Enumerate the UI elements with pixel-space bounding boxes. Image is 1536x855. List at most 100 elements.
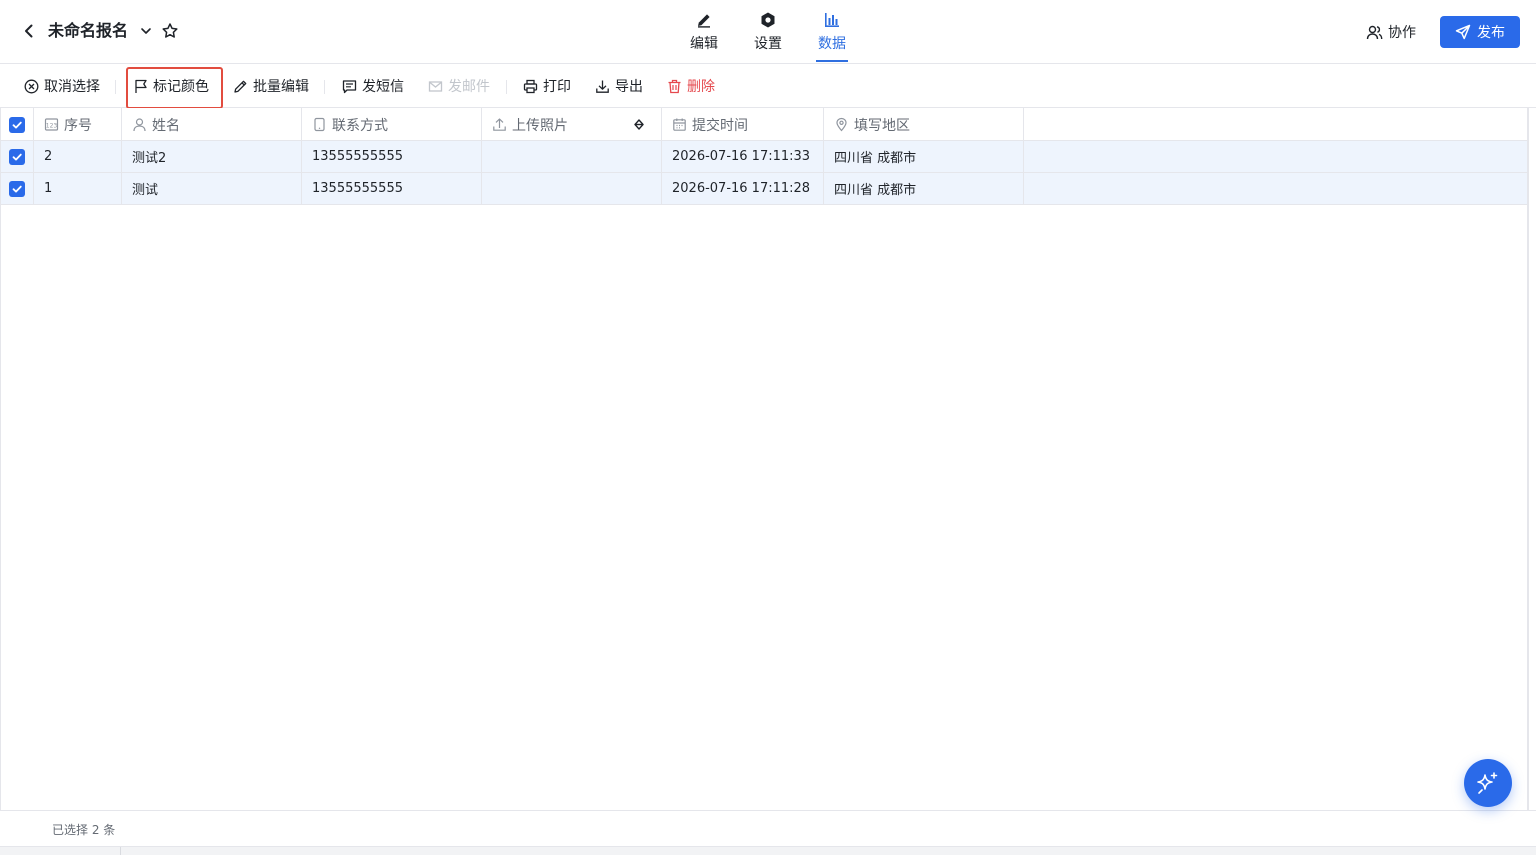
cell-name[interactable]: 测试2 <box>122 141 302 172</box>
upload-icon <box>493 118 506 131</box>
frozen-column-divider <box>120 847 121 855</box>
flag-icon <box>135 79 147 93</box>
column-label: 姓名 <box>152 117 180 134</box>
horizontal-scrollbar[interactable] <box>0 846 1536 855</box>
row-checkbox[interactable] <box>9 148 25 165</box>
column-label: 填写地区 <box>854 117 910 134</box>
mail-icon <box>428 80 443 92</box>
star-icon <box>162 23 178 38</box>
toolbar-label: 发短信 <box>362 79 404 95</box>
collaborate-button[interactable]: 协作 <box>1366 20 1416 44</box>
tab-data[interactable]: 数据 <box>808 10 856 62</box>
export-button[interactable]: 导出 <box>595 75 643 97</box>
delete-button[interactable]: 删除 <box>667 75 715 97</box>
column-header-name[interactable]: 姓名 <box>122 108 302 141</box>
toolbar-label: 取消选择 <box>44 79 100 95</box>
column-header-no[interactable]: 123 序号 <box>34 108 122 141</box>
users-icon <box>1366 25 1383 39</box>
bar-chart-icon <box>822 10 842 30</box>
send-icon <box>1455 24 1471 40</box>
select-all-cell <box>1 108 34 141</box>
data-table: 123 序号 姓名 联系方式 上传照片 提交时间 填写地区 2 测试2 1355… <box>0 108 1528 810</box>
sort-icon[interactable] <box>631 117 647 133</box>
row-checkbox[interactable] <box>9 180 25 197</box>
column-label: 联系方式 <box>332 117 388 134</box>
toolbar-label: 删除 <box>687 79 715 95</box>
cell-no: 2 <box>34 141 122 172</box>
bulk-action-toolbar: 取消选择 标记颜色 批量编辑 发短信 发邮件 打印 导出 删除 <box>0 64 1536 108</box>
column-header-time[interactable]: 提交时间 <box>662 108 824 141</box>
pencil-icon <box>694 10 714 30</box>
batch-edit-button[interactable]: 批量编辑 <box>233 75 309 97</box>
cell-no: 1 <box>34 173 122 204</box>
toolbar-label: 批量编辑 <box>253 79 309 95</box>
vertical-scrollbar[interactable] <box>1528 108 1536 810</box>
table-row[interactable]: 1 测试 13555555555 2026-07-16 17:11:28 四川省… <box>1 173 1527 205</box>
printer-icon <box>523 79 538 93</box>
cell-time[interactable]: 2026-07-16 17:11:28 <box>662 173 824 204</box>
toolbar-divider <box>506 80 507 94</box>
toolbar-divider <box>324 80 325 94</box>
check-icon <box>12 153 22 160</box>
title-dropdown-button[interactable] <box>136 21 156 41</box>
column-header-region[interactable]: 填写地区 <box>824 108 1024 141</box>
cancel-selection-button[interactable]: 取消选择 <box>24 75 100 97</box>
ai-assistant-button[interactable] <box>1464 759 1512 807</box>
download-icon <box>596 80 609 93</box>
row-select-cell <box>1 141 34 172</box>
send-sms-button[interactable]: 发短信 <box>342 75 404 97</box>
toolbar-label: 发邮件 <box>448 79 490 95</box>
cell-photo[interactable] <box>482 141 662 172</box>
selection-count: 已选择 2 条 <box>52 823 116 837</box>
gear-icon <box>758 10 778 30</box>
phone-icon <box>314 117 325 132</box>
svg-text:123: 123 <box>46 123 58 130</box>
toolbar-divider <box>115 80 116 94</box>
mark-color-button[interactable]: 标记颜色 <box>134 75 209 97</box>
print-button[interactable]: 打印 <box>523 75 571 97</box>
favorite-button[interactable] <box>160 21 180 41</box>
tab-label: 设置 <box>754 36 782 52</box>
cell-phone[interactable]: 13555555555 <box>302 141 482 172</box>
toolbar-label: 打印 <box>543 79 571 95</box>
check-icon <box>12 185 22 192</box>
tab-label: 数据 <box>818 36 846 52</box>
calendar-icon <box>673 118 686 131</box>
tab-settings[interactable]: 设置 <box>744 10 792 62</box>
cell-photo[interactable] <box>482 173 662 204</box>
toolbar-label: 标记颜色 <box>153 79 209 95</box>
cell-phone[interactable]: 13555555555 <box>302 173 482 204</box>
publish-label: 发布 <box>1477 25 1505 41</box>
tab-label: 编辑 <box>690 36 718 52</box>
column-header-phone[interactable]: 联系方式 <box>302 108 482 141</box>
tab-edit[interactable]: 编辑 <box>680 10 728 62</box>
trash-icon <box>668 79 681 93</box>
close-circle-icon <box>24 79 39 93</box>
active-tab-indicator <box>816 60 848 62</box>
back-button[interactable] <box>18 20 40 42</box>
send-email-button[interactable]: 发邮件 <box>428 75 490 97</box>
message-icon <box>342 79 357 93</box>
table-row[interactable]: 2 测试2 13555555555 2026-07-16 17:11:33 四川… <box>1 141 1527 173</box>
cell-region[interactable]: 四川省 成都市 <box>824 141 1024 172</box>
cell-time[interactable]: 2026-07-16 17:11:33 <box>662 141 824 172</box>
chevron-left-icon <box>25 24 33 38</box>
column-header-photo[interactable]: 上传照片 <box>482 108 662 141</box>
cell-region[interactable]: 四川省 成都市 <box>824 173 1024 204</box>
publish-button[interactable]: 发布 <box>1440 16 1520 48</box>
app-header: 未命名报名 编辑 设置 数据 协作 发布 <box>0 0 1536 64</box>
check-icon <box>12 121 22 128</box>
chevron-down-icon <box>141 28 151 34</box>
select-all-checkbox[interactable] <box>9 116 25 133</box>
table-header: 123 序号 姓名 联系方式 上传照片 提交时间 填写地区 <box>1 108 1527 141</box>
sparkle-icon <box>1477 772 1498 794</box>
table-footer: 已选择 2 条 <box>0 810 1536 846</box>
column-label: 序号 <box>64 117 92 134</box>
row-select-cell <box>1 173 34 204</box>
collaborate-label: 协作 <box>1388 25 1416 41</box>
user-icon <box>133 118 146 132</box>
number-icon: 123 <box>44 118 59 131</box>
page-title: 未命名报名 <box>48 21 129 40</box>
pencil-icon <box>234 80 247 93</box>
cell-name[interactable]: 测试 <box>122 173 302 204</box>
